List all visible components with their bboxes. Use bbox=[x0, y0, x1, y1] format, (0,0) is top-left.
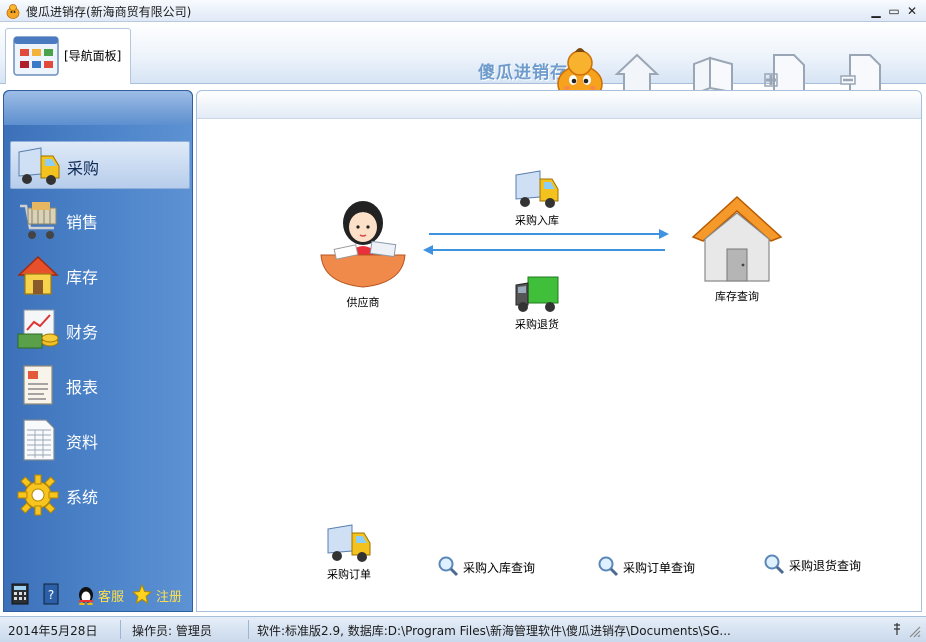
search-icon bbox=[438, 556, 459, 577]
window-title: 傻瓜进销存(新海商贸有限公司) bbox=[26, 5, 192, 19]
sidebar-item-label: 系统 bbox=[66, 488, 99, 507]
status-separator bbox=[120, 620, 121, 639]
calculator-icon[interactable] bbox=[10, 583, 30, 605]
supplier-label: 供应商 bbox=[346, 296, 380, 309]
sidebar-item-label: 库存 bbox=[66, 268, 99, 287]
return-truck-icon bbox=[515, 276, 559, 312]
supplier-person-icon bbox=[320, 201, 406, 288]
toolbar: [导航面板] 傻瓜进销存 bbox=[0, 22, 926, 103]
return-query-label: 采购退货查询 bbox=[789, 559, 862, 573]
money-chart-icon bbox=[17, 309, 59, 349]
gear-icon bbox=[17, 474, 59, 516]
status-date: 2014年5月28日 bbox=[8, 624, 98, 638]
title-bar: 傻瓜进销存(新海商贸有限公司) ▁ ▭ ✕ bbox=[0, 0, 926, 22]
truck-icon bbox=[515, 170, 559, 208]
navigation-panel-icon bbox=[13, 36, 59, 76]
truck-icon bbox=[18, 147, 60, 185]
sidebar-item-label: 采购 bbox=[67, 159, 100, 178]
spreadsheet-icon bbox=[23, 419, 55, 461]
status-bar: 2014年5月28日 操作员: 管理员 软件:标准版2.9, 数据库:D:\Pr… bbox=[0, 616, 926, 642]
purchase-return-node[interactable]: 采购退货 bbox=[507, 273, 567, 332]
supplier-node[interactable]: 供应商 bbox=[315, 193, 411, 310]
stock-query-label: 库存查询 bbox=[715, 290, 759, 303]
penguin-chat-icon[interactable] bbox=[76, 583, 96, 605]
search-icon bbox=[764, 554, 785, 575]
register-link[interactable]: 注册 bbox=[156, 586, 182, 605]
arrow-to-supplier bbox=[429, 249, 665, 251]
warehouse-house-icon bbox=[691, 195, 783, 282]
sidebar: 采购 销售 库存 财务 报表 资料 系统 ? 客服 注册 bbox=[3, 90, 193, 612]
order-query-link[interactable]: 采购订单查询 bbox=[597, 555, 707, 579]
sidebar-bottom-bar: ? 客服 注册 bbox=[4, 579, 192, 611]
sidebar-item-label: 报表 bbox=[66, 378, 99, 397]
purchase-return-label: 采购退货 bbox=[515, 318, 559, 331]
app-logo-icon bbox=[6, 4, 20, 19]
purchase-order-label: 采购订单 bbox=[327, 568, 371, 581]
sidebar-item-purchase[interactable]: 采购 bbox=[10, 141, 190, 189]
purchase-in-query-link[interactable]: 采购入库查询 bbox=[437, 555, 547, 579]
help-book-icon[interactable]: ? bbox=[42, 583, 60, 605]
main-panel-header bbox=[197, 91, 921, 119]
navigation-panel-label: [导航面板] bbox=[64, 49, 122, 63]
sidebar-item-reports[interactable]: 报表 bbox=[10, 361, 190, 409]
customer-service-link[interactable]: 客服 bbox=[98, 586, 124, 605]
resize-grip-icon[interactable] bbox=[892, 621, 922, 639]
maximize-button[interactable]: ▭ bbox=[886, 3, 902, 19]
stock-query-node[interactable]: 库存查询 bbox=[687, 193, 787, 304]
report-icon bbox=[23, 365, 53, 405]
arrow-head-right-icon bbox=[659, 229, 669, 239]
sidebar-item-data[interactable]: 资料 bbox=[10, 416, 190, 464]
tab-navigation-panel[interactable]: [导航面板] bbox=[5, 28, 131, 84]
truck-icon bbox=[327, 524, 371, 562]
sidebar-item-inventory[interactable]: 库存 bbox=[10, 251, 190, 299]
return-query-link[interactable]: 采购退货查询 bbox=[763, 553, 873, 577]
status-operator: 操作员: 管理员 bbox=[132, 624, 212, 638]
sidebar-item-system[interactable]: 系统 bbox=[10, 471, 190, 519]
arrow-head-left-icon bbox=[423, 245, 433, 255]
sidebar-header bbox=[4, 91, 192, 125]
purchase-order-node[interactable]: 采购订单 bbox=[319, 523, 379, 582]
status-separator bbox=[248, 620, 249, 639]
purchase-in-node[interactable]: 采购入库 bbox=[507, 169, 567, 228]
main-panel: 供应商 采购入库 采购退货 库存查询 采购订单 采购入库查询 采购订单查询 采购… bbox=[196, 90, 922, 612]
sidebar-item-label: 资料 bbox=[66, 433, 99, 452]
close-button[interactable]: ✕ bbox=[904, 3, 920, 19]
shopping-cart-icon bbox=[20, 202, 57, 239]
house-icon bbox=[17, 255, 59, 295]
minimize-button[interactable]: ▁ bbox=[868, 3, 884, 19]
svg-text:?: ? bbox=[48, 588, 54, 602]
order-query-label: 采购订单查询 bbox=[623, 561, 696, 575]
sidebar-item-sales[interactable]: 销售 bbox=[10, 196, 190, 244]
search-icon bbox=[598, 556, 619, 577]
arrow-to-stock bbox=[429, 233, 667, 235]
sidebar-item-finance[interactable]: 财务 bbox=[10, 306, 190, 354]
sidebar-item-label: 销售 bbox=[66, 213, 99, 232]
star-icon[interactable] bbox=[132, 583, 152, 605]
purchase-in-query-label: 采购入库查询 bbox=[463, 561, 536, 575]
sidebar-item-label: 财务 bbox=[66, 323, 99, 342]
status-software: 软件:标准版2.9, 数据库:D:\Program Files\新海管理软件\傻… bbox=[257, 624, 731, 638]
purchase-in-label: 采购入库 bbox=[515, 214, 559, 227]
